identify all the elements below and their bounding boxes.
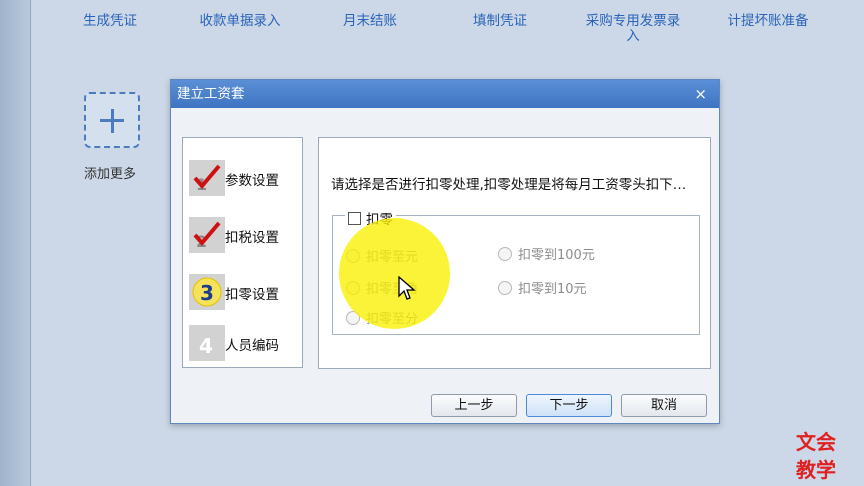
radio-round-to-yuan[interactable]: 扣零至元 bbox=[346, 246, 418, 265]
checkmark-step-icon: 1 bbox=[189, 160, 225, 196]
add-more-label: 添加更多 bbox=[84, 167, 137, 182]
left-panel-strip bbox=[0, 0, 31, 486]
shortcut-toolbar: 生成凭证 收款单据录入 月末结账 填制凭证 采购专用发票录 入 计提坏账准备 bbox=[30, 0, 864, 48]
create-salary-set-dialog: 建立工资套 × 1 参数设置 2 扣税设置 3 扣零设置 4 人员编码 请选择是… bbox=[170, 79, 720, 424]
radio-round-to-jiao[interactable]: 扣零至角 bbox=[346, 278, 418, 297]
shortcut-receipt-entry[interactable]: 收款单据录入 bbox=[192, 14, 288, 29]
checkbox-box[interactable] bbox=[348, 212, 361, 225]
close-icon[interactable]: × bbox=[694, 80, 707, 108]
rounding-options-group: 扣零 扣零至元 扣零至角 扣零至分 扣零到100元 扣零到10元 bbox=[332, 208, 700, 335]
add-more-button[interactable] bbox=[84, 92, 140, 148]
wizard-content-panel: 请选择是否进行扣零处理,扣零处理是将每月工资零头扣下… 扣零 扣零至元 扣零至角… bbox=[318, 137, 711, 369]
shortcut-fill-voucher[interactable]: 填制凭证 bbox=[470, 14, 530, 29]
svg-text:4: 4 bbox=[199, 334, 213, 358]
shortcut-purchase-invoice[interactable]: 采购专用发票录 入 bbox=[581, 14, 685, 44]
wizard-steps-panel: 1 参数设置 2 扣税设置 3 扣零设置 4 人员编码 bbox=[182, 137, 303, 368]
radio-round-to-100[interactable]: 扣零到100元 bbox=[498, 244, 595, 263]
shortcut-generate-voucher[interactable]: 生成凭证 bbox=[80, 14, 140, 29]
radio-round-to-fen[interactable]: 扣零至分 bbox=[346, 308, 418, 327]
cancel-button[interactable]: 取消 bbox=[621, 394, 707, 417]
pending-step-icon: 4 bbox=[189, 325, 225, 361]
dialog-titlebar: 建立工资套 × bbox=[171, 80, 719, 108]
checkmark-step-icon: 2 bbox=[189, 217, 225, 253]
watermark-logo: 文会 教学 bbox=[796, 430, 836, 482]
rounding-prompt-text: 请选择是否进行扣零处理,扣零处理是将每月工资零头扣下… bbox=[331, 177, 687, 193]
shortcut-month-end-close[interactable]: 月末结账 bbox=[340, 14, 400, 29]
radio-round-to-10[interactable]: 扣零到10元 bbox=[498, 278, 587, 297]
current-step-icon: 3 bbox=[189, 274, 225, 310]
dialog-title: 建立工资套 bbox=[177, 86, 245, 102]
svg-text:3: 3 bbox=[200, 281, 214, 305]
next-step-button[interactable]: 下一步 bbox=[526, 394, 612, 417]
rounding-checkbox[interactable]: 扣零 bbox=[345, 208, 396, 228]
prev-step-button[interactable]: 上一步 bbox=[431, 394, 517, 417]
shortcut-bad-debt-provision[interactable]: 计提坏账准备 bbox=[720, 14, 816, 29]
